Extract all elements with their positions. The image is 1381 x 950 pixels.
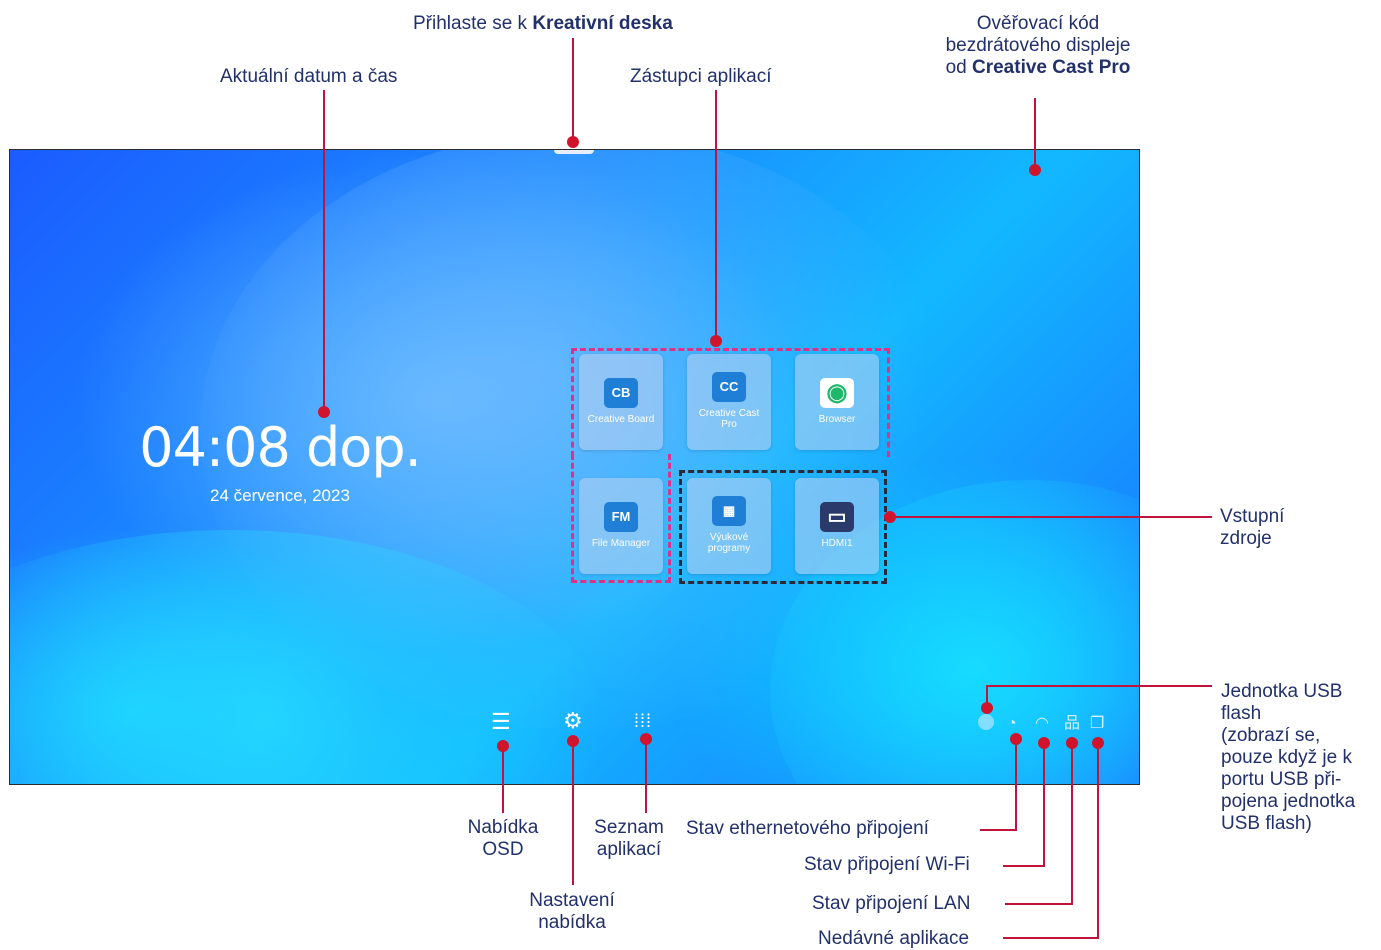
callout-leader-lines <box>318 38 1212 939</box>
